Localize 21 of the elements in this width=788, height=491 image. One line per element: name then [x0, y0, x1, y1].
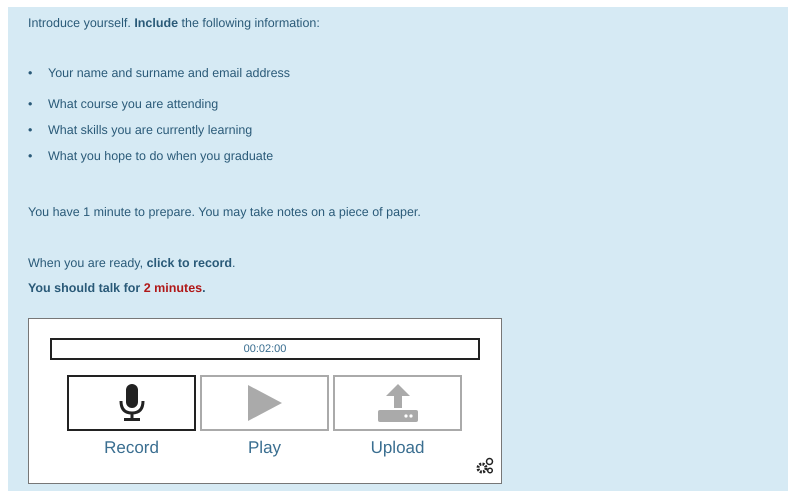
upload-icon — [378, 384, 418, 422]
play-icon — [248, 385, 282, 421]
bullet-marker: • — [28, 148, 34, 165]
timer-display: 00:02:00 — [50, 338, 480, 360]
bullet-marker: • — [28, 96, 34, 113]
microphone-icon — [116, 384, 146, 422]
button-label: Upload — [370, 440, 424, 456]
button-label: Play — [248, 440, 282, 456]
ready-text: When you are ready, click to record. — [28, 255, 237, 271]
bullet-marker: • — [28, 65, 34, 82]
settings-icon[interactable] — [476, 457, 494, 475]
instruction-text: Introduce yourself. Include the following information: — [28, 15, 321, 31]
bullet-item: What course you are attending — [48, 96, 218, 113]
bullet-item: What skills you are currently learning — [48, 122, 252, 139]
talk-duration-text: You should talk for 2 minutes. — [28, 280, 207, 296]
prepare-text: You have 1 minute to prepare. You may take notes on a piece of paper. — [28, 204, 422, 220]
bullet-item: What you hope to do when you graduate — [48, 148, 274, 165]
bullet-item: Your name and surname and email address — [48, 65, 290, 82]
button-label: Record — [104, 440, 159, 456]
record-button[interactable] — [67, 375, 196, 431]
bullet-marker: • — [28, 122, 34, 139]
